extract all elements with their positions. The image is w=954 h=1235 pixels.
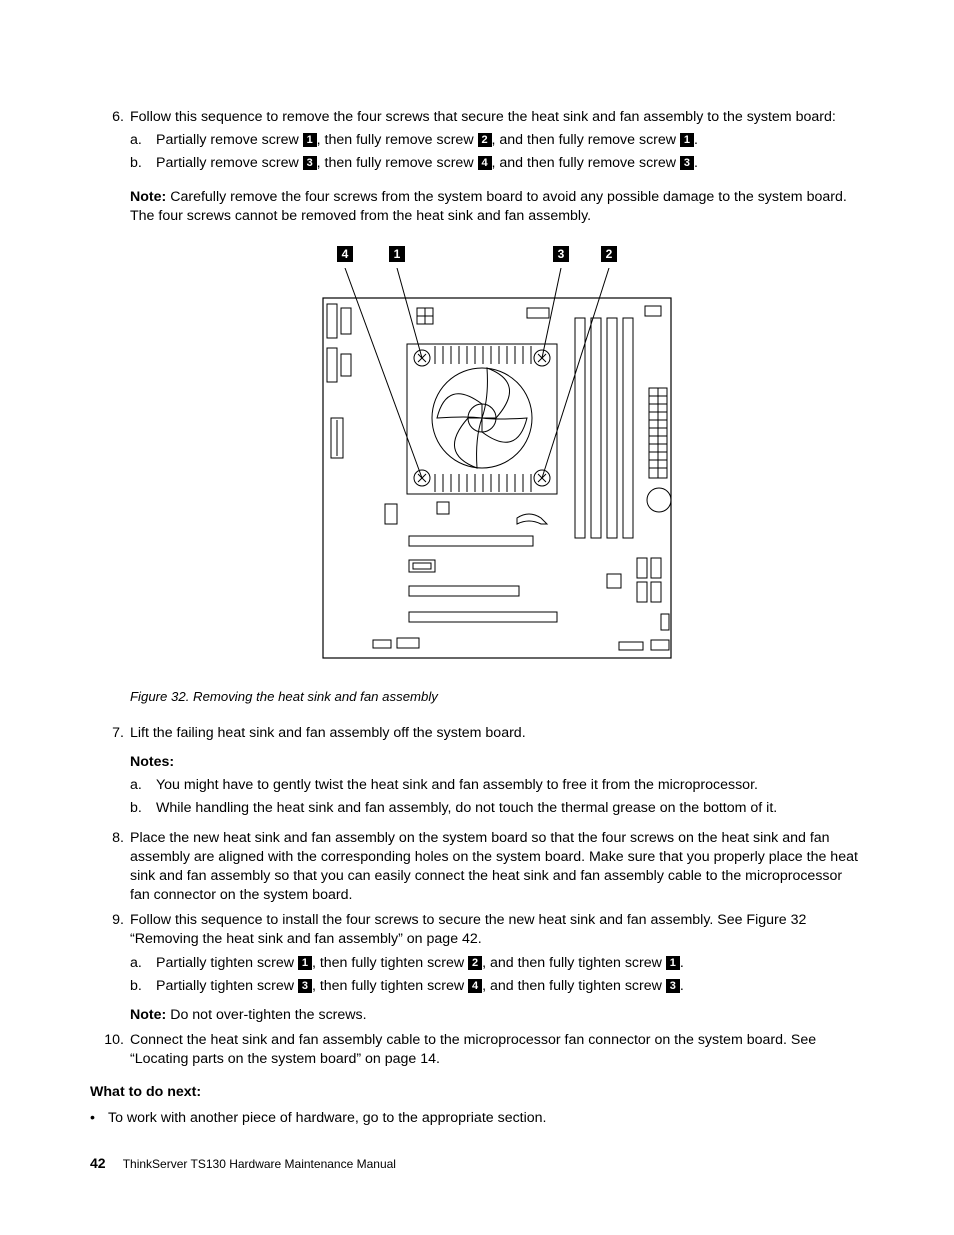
step-6: 6. Follow this sequence to remove the fo… bbox=[90, 108, 864, 178]
substep-9b: b. Partially tighten screw 3, then fully… bbox=[130, 977, 864, 996]
substep-7b: b. While handling the heat sink and fan … bbox=[130, 799, 864, 818]
substep-text: Partially tighten screw 3, then fully ti… bbox=[156, 977, 684, 996]
substep-9a: a. Partially tighten screw 1, then fully… bbox=[130, 954, 864, 973]
document-title: ThinkServer TS130 Hardware Maintenance M… bbox=[123, 1157, 396, 1171]
page-number: 42 bbox=[90, 1155, 106, 1171]
substep-6a: a. Partially remove screw 1, then fully … bbox=[130, 131, 864, 150]
substep-letter: b. bbox=[130, 799, 156, 818]
substep-list: a. You might have to gently twist the he… bbox=[130, 776, 864, 818]
step-number: 6. bbox=[90, 108, 130, 178]
callout-1: 1 bbox=[666, 956, 680, 970]
page-footer: 42 ThinkServer TS130 Hardware Maintenanc… bbox=[90, 1154, 396, 1173]
diagram-label-4: 4 bbox=[337, 246, 353, 262]
diagram-label-1: 1 bbox=[389, 246, 405, 262]
note-text: Carefully remove the four screws from th… bbox=[130, 189, 847, 224]
step-number: 9. bbox=[90, 911, 130, 1025]
document-page: 6. Follow this sequence to remove the fo… bbox=[0, 0, 954, 1235]
substep-letter: a. bbox=[130, 776, 156, 795]
substep-6b: b. Partially remove screw 3, then fully … bbox=[130, 154, 864, 173]
callout-1: 1 bbox=[298, 956, 312, 970]
step-number: 10. bbox=[90, 1031, 130, 1069]
note-label: Note: bbox=[130, 1007, 166, 1023]
step-number: 7. bbox=[90, 724, 130, 823]
substep-letter: b. bbox=[130, 154, 156, 173]
substep-letter: b. bbox=[130, 977, 156, 996]
substep-text: While handling the heat sink and fan ass… bbox=[156, 799, 777, 818]
diagram-label-3: 3 bbox=[553, 246, 569, 262]
procedure-list: 6. Follow this sequence to remove the fo… bbox=[90, 108, 864, 178]
step-text: Follow this sequence to remove the four … bbox=[130, 109, 836, 125]
step-text: Lift the failing heat sink and fan assem… bbox=[130, 725, 526, 741]
substep-text: Partially remove screw 3, then fully rem… bbox=[156, 154, 698, 173]
callout-3: 3 bbox=[680, 156, 694, 170]
substep-7a: a. You might have to gently twist the he… bbox=[130, 776, 864, 795]
what-next-section: What to do next: • To work with another … bbox=[90, 1083, 864, 1127]
step-body: Follow this sequence to install the four… bbox=[130, 911, 864, 1025]
callout-3: 3 bbox=[298, 979, 312, 993]
note-line: Note: Do not over-tighten the screws. bbox=[130, 1006, 864, 1025]
bullet-marker: • bbox=[90, 1109, 108, 1128]
note-label: Note: bbox=[130, 189, 166, 205]
bullet-item: • To work with another piece of hardware… bbox=[90, 1109, 864, 1128]
figure-32: 4 1 3 2 bbox=[130, 246, 864, 674]
step-body: Follow this sequence to remove the four … bbox=[130, 108, 864, 178]
callout-3: 3 bbox=[303, 156, 317, 170]
step-number: 8. bbox=[90, 829, 130, 906]
diagram-container: 4 1 3 2 bbox=[317, 246, 677, 674]
step-body: Lift the failing heat sink and fan assem… bbox=[130, 724, 864, 823]
note-text: Do not over-tighten the screws. bbox=[166, 1007, 366, 1023]
step-text: Place the new heat sink and fan assembly… bbox=[130, 829, 864, 906]
callout-3: 3 bbox=[666, 979, 680, 993]
substep-letter: a. bbox=[130, 131, 156, 150]
step-8: 8. Place the new heat sink and fan assem… bbox=[90, 829, 864, 906]
callout-2: 2 bbox=[468, 956, 482, 970]
procedure-list-cont: 7. Lift the failing heat sink and fan as… bbox=[90, 724, 864, 1070]
what-next-heading: What to do next: bbox=[90, 1083, 864, 1102]
substep-text: Partially tighten screw 1, then fully ti… bbox=[156, 954, 684, 973]
callout-1: 1 bbox=[303, 133, 317, 147]
callout-2: 2 bbox=[478, 133, 492, 147]
motherboard-diagram bbox=[317, 268, 677, 668]
substep-text: Partially remove screw 1, then fully rem… bbox=[156, 131, 698, 150]
substep-list: a. Partially remove screw 1, then fully … bbox=[130, 131, 864, 173]
step-10: 10. Connect the heat sink and fan assemb… bbox=[90, 1031, 864, 1069]
callout-1: 1 bbox=[680, 133, 694, 147]
step-9: 9. Follow this sequence to install the f… bbox=[90, 911, 864, 1025]
bullet-text: To work with another piece of hardware, … bbox=[108, 1109, 547, 1128]
step-text: Follow this sequence to install the four… bbox=[130, 912, 806, 947]
diagram-label-2: 2 bbox=[601, 246, 617, 262]
callout-4: 4 bbox=[478, 156, 492, 170]
step-7: 7. Lift the failing heat sink and fan as… bbox=[90, 724, 864, 823]
step-text: Connect the heat sink and fan assembly c… bbox=[130, 1031, 864, 1069]
figure-caption: Figure 32. Removing the heat sink and fa… bbox=[130, 688, 864, 706]
substep-letter: a. bbox=[130, 954, 156, 973]
substep-text: You might have to gently twist the heat … bbox=[156, 776, 758, 795]
substep-list: a. Partially tighten screw 1, then fully… bbox=[130, 954, 864, 996]
notes-label: Notes: bbox=[130, 753, 864, 772]
callout-4: 4 bbox=[468, 979, 482, 993]
note-block: Note: Carefully remove the four screws f… bbox=[130, 188, 864, 226]
